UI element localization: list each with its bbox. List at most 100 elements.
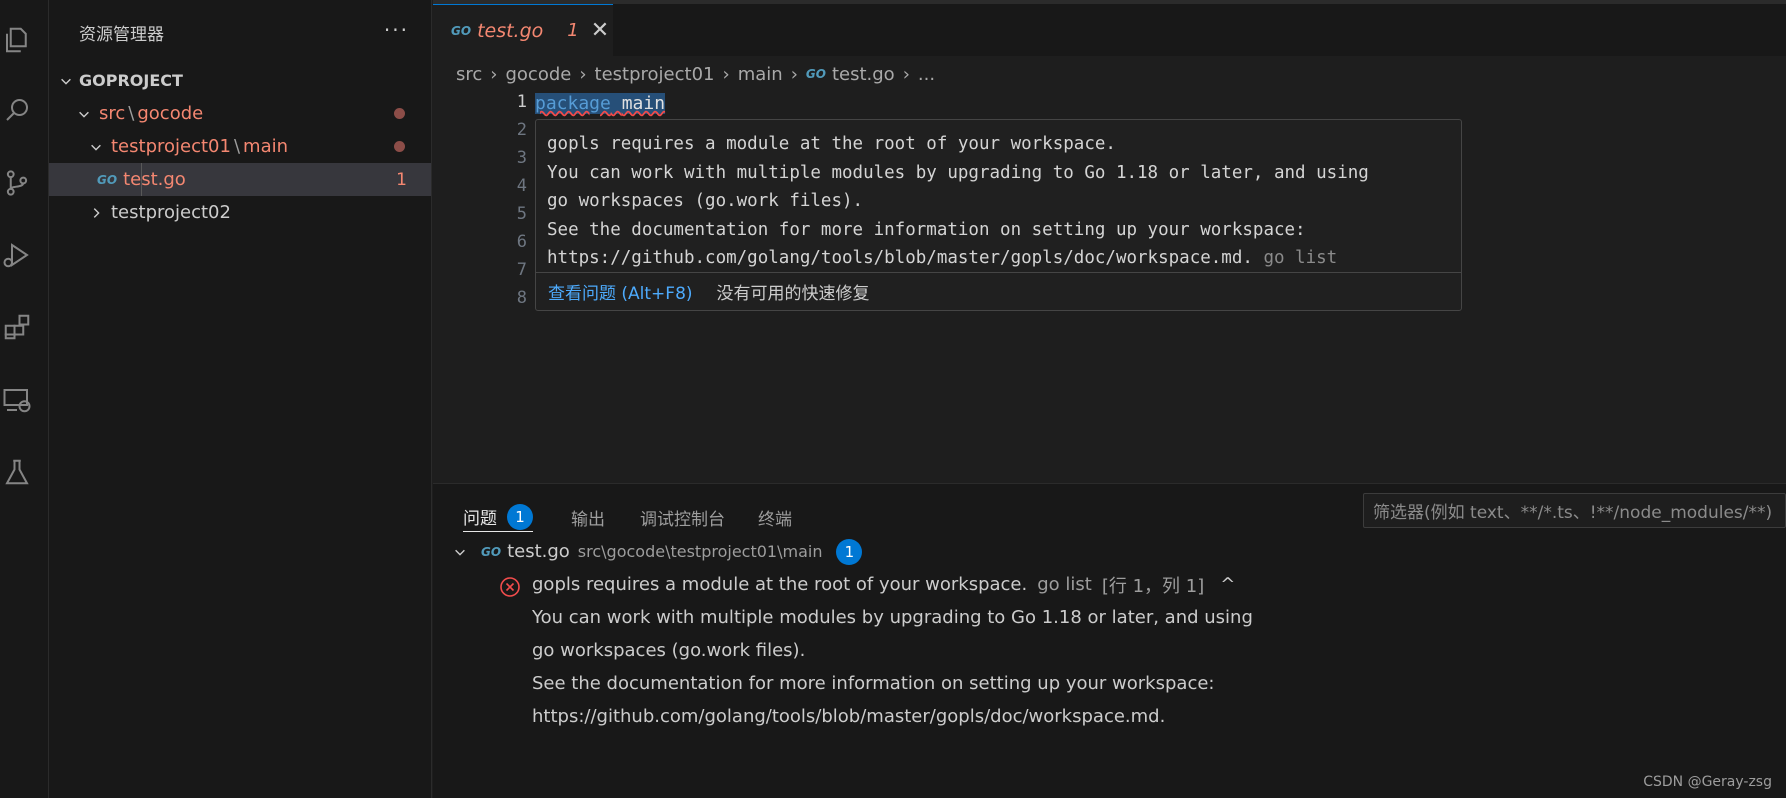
line-number: 4 [516, 176, 527, 196]
tree-file-test-go[interactable]: GO test.go 1 [49, 163, 431, 196]
extensions-icon[interactable] [0, 307, 34, 347]
breadcrumb-separator: › [902, 63, 910, 85]
chevron-right-icon [87, 204, 105, 222]
chevron-down-icon [453, 545, 471, 559]
breadcrumb-item[interactable]: ... [918, 64, 935, 85]
file-label-test-go: test.go [123, 169, 186, 190]
line-number: 7 [516, 260, 527, 280]
explorer-icon[interactable] [0, 20, 34, 60]
problems-file-row[interactable]: GO test.go src\gocode\testproject01\main… [453, 535, 863, 568]
collapse-chevron-up-icon[interactable]: ^ [1220, 574, 1235, 595]
tree-folder-testproject02[interactable]: testproject02 [49, 196, 431, 229]
tab-output[interactable]: 输出 [571, 502, 605, 532]
code-identifier: main [621, 93, 666, 114]
tab-label: test.go [477, 19, 544, 42]
breadcrumb-item[interactable]: main [738, 64, 783, 85]
problem-detail-line: See the documentation for more informati… [532, 673, 1215, 694]
tab-problems[interactable]: 问题 1 [463, 502, 533, 532]
hover-line: See the documentation for more informati… [547, 219, 1306, 240]
go-file-icon: GO [481, 544, 502, 559]
folder-label-src: src [99, 103, 126, 124]
hover-line: https://github.com/golang/tools/blob/mas… [547, 248, 1253, 268]
run-debug-icon[interactable] [0, 235, 34, 275]
activity-bar [0, 0, 49, 798]
more-actions-icon[interactable]: ··· [384, 18, 409, 42]
hover-line: go workspaces (go.work files). [547, 191, 864, 211]
line-number: 6 [516, 232, 527, 252]
problem-count: 1 [396, 169, 407, 190]
go-file-icon: GO [451, 23, 472, 38]
path-separator: \ [128, 103, 135, 124]
problem-location: [行 1，列 1] [1101, 575, 1205, 597]
breadcrumb-separator: › [579, 63, 587, 85]
go-file-icon: GO [805, 67, 826, 81]
problem-detail-line: https://github.com/golang/tools/blob/mas… [532, 706, 1166, 727]
sidebar-title: 资源管理器 [79, 24, 164, 45]
folder-label-gocode: gocode [137, 103, 204, 124]
search-icon[interactable] [0, 90, 34, 130]
line-number: 8 [516, 288, 527, 308]
path-separator: \ [233, 136, 241, 157]
problems-file-name: test.go [507, 541, 570, 562]
source-control-icon[interactable] [0, 163, 34, 203]
no-quick-fix-label: 没有可用的快速修复 [716, 284, 870, 304]
breadcrumb-separator: › [722, 63, 730, 85]
tree-root-goproject[interactable]: GOPROJECT [49, 64, 431, 97]
line-number: 5 [516, 204, 527, 224]
remote-explorer-icon[interactable] [0, 380, 34, 420]
breadcrumb-item[interactable]: src [456, 64, 482, 85]
problems-badge: 1 [507, 503, 533, 530]
problem-detail-line: You can work with multiple modules by up… [532, 607, 1253, 628]
breadcrumb-item[interactable]: gocode [505, 64, 571, 85]
folder-label-testproject02: testproject02 [111, 202, 231, 223]
breadcrumb-separator: › [790, 63, 798, 85]
problem-message: gopls requires a module at the root of y… [532, 574, 1028, 595]
tree-folder-src-gocode[interactable]: src \ gocode [49, 97, 431, 130]
code-line-1[interactable]: package main [535, 93, 666, 114]
tab-problem-count: 1 [567, 20, 579, 41]
chevron-down-icon [75, 105, 93, 123]
watermark: CSDN @Geray-zsg [1643, 774, 1772, 790]
tab-debug-console[interactable]: 调试控制台 [640, 502, 725, 532]
problem-detail-line: go workspaces (go.work files). [532, 640, 806, 661]
tab-problems-label: 问题 [463, 509, 497, 529]
problems-file-path: src\gocode\testproject01\main [577, 542, 823, 561]
editor-tabs: GO test.go 1 ✕ [433, 0, 1786, 56]
explorer-sidebar: 资源管理器 ··· GOPROJECT src \ gocode testpro… [49, 0, 432, 798]
close-icon[interactable]: ✕ [591, 18, 609, 43]
chevron-down-icon [57, 72, 75, 90]
breadcrumb-item[interactable]: test.go [832, 64, 895, 85]
sidebar-header: 资源管理器 ··· [49, 0, 431, 64]
hover-line: gopls requires a module at the root of y… [547, 134, 1116, 154]
hover-line-last: https://github.com/golang/tools/blob/mas… [547, 244, 1450, 273]
breadcrumb-item[interactable]: testproject01 [595, 64, 715, 85]
error-icon [500, 577, 520, 597]
modified-dot [394, 141, 405, 152]
folder-label-main: main [243, 136, 289, 157]
breadcrumb: src › gocode › testproject01 › main › GO… [456, 59, 935, 89]
tab-terminal[interactable]: 终端 [758, 502, 792, 532]
tab-test-go[interactable]: GO test.go 1 ✕ [433, 4, 613, 56]
hover-actions: 查看问题 (Alt+F8) 没有可用的快速修复 [536, 272, 1461, 310]
hover-message: gopls requires a module at the root of y… [536, 120, 1461, 273]
breadcrumb-separator: › [490, 63, 498, 85]
testing-icon[interactable] [0, 452, 34, 492]
file-problems-badge: 1 [836, 538, 863, 565]
hover-line: You can work with multiple modules by up… [547, 162, 1369, 183]
problems-filter-input[interactable]: 筛选器(例如 text、**/*.ts、!**/node_modules/**) [1363, 493, 1786, 528]
problem-row[interactable]: gopls requires a module at the root of y… [532, 568, 1235, 601]
line-number: 1 [516, 92, 527, 112]
code-keyword: package [535, 93, 611, 114]
hover-source: go list [1263, 248, 1338, 268]
problem-source: go list [1037, 574, 1092, 595]
line-number: 2 [516, 120, 527, 140]
view-problem-link[interactable]: 查看问题 (Alt+F8) [548, 279, 693, 304]
indent-guide [141, 163, 142, 196]
bottom-panel: 问题 1 输出 调试控制台 终端 筛选器(例如 text、**/*.ts、!**… [433, 483, 1786, 798]
code-space [610, 93, 622, 114]
line-number: 3 [516, 148, 527, 168]
go-file-icon: GO [97, 172, 118, 187]
tree-folder-testproject01-main[interactable]: testproject01 \ main [49, 130, 431, 163]
folder-label-testproject01: testproject01 [111, 136, 231, 157]
hover-diagnostic: gopls requires a module at the root of y… [535, 119, 1462, 311]
